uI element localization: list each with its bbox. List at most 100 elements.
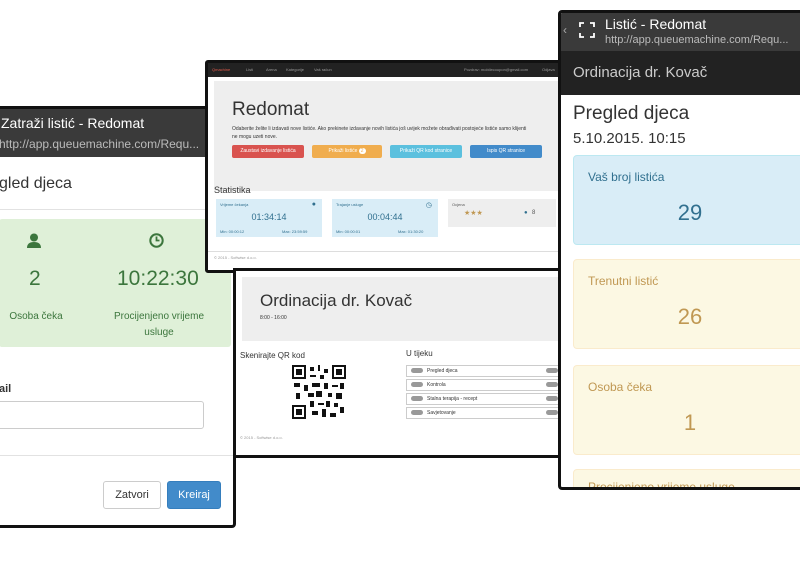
- office-name: Ordinacija dr. Kovač: [573, 64, 708, 81]
- show-tickets-button[interactable]: Prikaži listiće 2: [312, 145, 382, 158]
- list-item-label: Kontrola: [427, 382, 446, 388]
- modal-title: gled djeca: [0, 175, 72, 192]
- toggle-icon: [411, 410, 423, 415]
- browser-title: Zatraži listić - Redomat: [1, 115, 145, 131]
- ticket-status-phone: ‹ Listić - Redomat http://app.queuemachi…: [558, 10, 800, 490]
- stat-rating-count: 8: [532, 210, 536, 216]
- user-icon: [27, 233, 41, 252]
- office-header-bar: Ordinacija dr. Kovač: [561, 51, 800, 95]
- nav-item-account[interactable]: Vaš račun: [314, 67, 332, 72]
- divider: [208, 251, 567, 252]
- nav-logout[interactable]: Odjava: [542, 67, 555, 72]
- clock-icon: ◷: [425, 202, 432, 209]
- stop-issuing-button[interactable]: Zaustavi izdavanje listića: [232, 145, 304, 158]
- in-progress-label: U tijeku: [406, 349, 433, 358]
- stat-service-label: Trajanje usluge: [336, 202, 364, 207]
- browser-url[interactable]: http://app.queuemachine.com/Requ...: [605, 34, 788, 46]
- list-item[interactable]: Pregled djeca: [406, 365, 560, 377]
- waiting-label: Osoba čeka: [9, 311, 63, 322]
- stat-service-card: Trajanje usluge ◷ 00:04:44 Min: 00:00:01…: [332, 199, 438, 237]
- browser-url[interactable]: http://app.queuemachine.com/Requ...: [0, 137, 199, 151]
- office-display: Ordinacija dr. Kovač 8:00 - 16:00 Skenir…: [233, 268, 563, 458]
- print-qr-button[interactable]: Ispis QR stranice: [470, 145, 542, 158]
- browser-chrome: ‹ Listić - Redomat http://app.queuemachi…: [561, 13, 800, 51]
- nav-item-arena[interactable]: Arena: [266, 67, 277, 72]
- toggle-icon: [546, 368, 558, 373]
- waiting-label: Osoba čeka: [588, 380, 653, 394]
- stat-rating-label: Ocjena: [452, 202, 465, 207]
- email-label: ail: [0, 383, 12, 395]
- browser-chrome: Zatraži listić - Redomat http://app.queu…: [0, 109, 233, 157]
- browser-title: Listić - Redomat: [605, 16, 707, 32]
- list-item-label: Savjetovanje: [427, 410, 456, 416]
- estimated-label: Procijenjeno vrijeme usluge: [113, 311, 205, 338]
- list-item[interactable]: Kontrola: [406, 379, 560, 391]
- show-tickets-label: Prikaži listiće: [328, 148, 358, 154]
- brand-logo[interactable]: Qmachine: [212, 67, 230, 72]
- tickets-badge: 2: [358, 148, 366, 154]
- list-item-label: Pregled djeca: [427, 368, 458, 374]
- statistics-title: Statistika: [214, 185, 251, 195]
- list-item[interactable]: Stalna terapija - recept: [406, 393, 560, 405]
- top-navbar: Qmachine Listi Arena Kategorije Vaš raču…: [208, 63, 567, 77]
- footer-text: © 2015 - Softwise d.o.o.: [214, 255, 257, 260]
- waiting-count: 2: [29, 267, 41, 290]
- header-jumbotron: Redomat Odaberite želite li izdavati nov…: [214, 81, 561, 191]
- ticket-datetime: 5.10.2015. 10:15: [573, 130, 686, 147]
- current-ticket-value: 26: [677, 304, 703, 329]
- stat-service-min: Min: 00:00:01: [336, 229, 361, 234]
- your-ticket-panel: Vaš broj listića 29: [573, 155, 800, 245]
- current-ticket-label: Trenutni listić: [588, 274, 659, 288]
- your-ticket-value: 29: [677, 200, 703, 225]
- waiting-info-panel: 2 Osoba čeka 10:22:30 Procijenjeno vrije…: [0, 219, 231, 347]
- divider: [0, 455, 233, 456]
- divider: [0, 209, 233, 210]
- back-chevron-icon[interactable]: ‹: [563, 23, 567, 37]
- nav-user[interactable]: Pozdrav: mobilecoupon@gmail.com: [464, 67, 528, 72]
- estimated-label: Procijenjeno vrijeme usluge: [588, 480, 735, 490]
- create-button[interactable]: Kreiraj: [167, 481, 221, 509]
- office-title: Ordinacija dr. Kovač: [260, 291, 413, 310]
- stat-rating-card: Ocjena ★★★ ● 8: [448, 199, 556, 227]
- waiting-value: 1: [683, 410, 697, 435]
- toggle-icon: [411, 396, 423, 401]
- stat-wait-min: Min: 00:00:12: [220, 229, 245, 234]
- user-icon: ●: [311, 201, 316, 208]
- waiting-panel: Osoba čeka 1: [573, 365, 800, 455]
- stat-service-max: Max: 01:30:20: [398, 229, 424, 234]
- user-icon: ●: [524, 210, 528, 216]
- page-description: Odaberite želite li izdavati nove listić…: [232, 126, 527, 140]
- fullscreen-icon[interactable]: [579, 22, 595, 43]
- nav-item-lists[interactable]: Listi: [246, 67, 253, 72]
- admin-desktop: Qmachine Listi Arena Kategorije Vaš raču…: [205, 60, 570, 273]
- list-item[interactable]: Savjetovanje: [406, 407, 560, 419]
- toggle-icon: [411, 382, 423, 387]
- clock-icon: [149, 233, 164, 252]
- page-title: Redomat: [232, 99, 310, 120]
- stat-wait-max: Max: 23:59:59: [282, 229, 308, 234]
- ticket-request-phone: Zatraži listić - Redomat http://app.queu…: [0, 106, 236, 528]
- qr-code-image: [292, 365, 346, 419]
- office-hours: 8:00 - 16:00: [260, 315, 287, 321]
- list-item-label: Stalna terapija - recept: [427, 396, 478, 402]
- toggle-icon: [546, 410, 558, 415]
- stat-wait-value: 01:34:14: [251, 212, 287, 222]
- stat-wait-card: Vrijeme čekanja ● 01:34:14 Min: 00:00:12…: [216, 199, 322, 237]
- nav-item-categories[interactable]: Kategorije: [286, 67, 304, 72]
- current-ticket-panel: Trenutni listić 26: [573, 259, 800, 349]
- stat-wait-label: Vrijeme čekanja: [220, 202, 249, 207]
- rating-stars-icon: ★★★: [464, 210, 483, 217]
- email-field[interactable]: [0, 401, 204, 429]
- footer-text: © 2015 - Softwise d.o.o.: [240, 435, 283, 440]
- show-qr-button[interactable]: Prikaži QR kod stranice: [390, 145, 462, 158]
- toggle-icon: [411, 368, 423, 373]
- estimated-time: 10:22:30: [117, 267, 199, 290]
- close-button[interactable]: Zatvori: [103, 481, 161, 509]
- stat-service-value: 00:04:44: [367, 212, 403, 222]
- toggle-icon: [546, 382, 558, 387]
- service-title: Pregled djeca: [573, 103, 690, 124]
- your-ticket-label: Vaš broj listića: [588, 170, 665, 184]
- office-header: Ordinacija dr. Kovač 8:00 - 16:00: [242, 277, 558, 341]
- estimated-panel: Procijenjeno vrijeme usluge: [573, 469, 800, 490]
- qr-label: Skenirajte QR kod: [240, 351, 305, 360]
